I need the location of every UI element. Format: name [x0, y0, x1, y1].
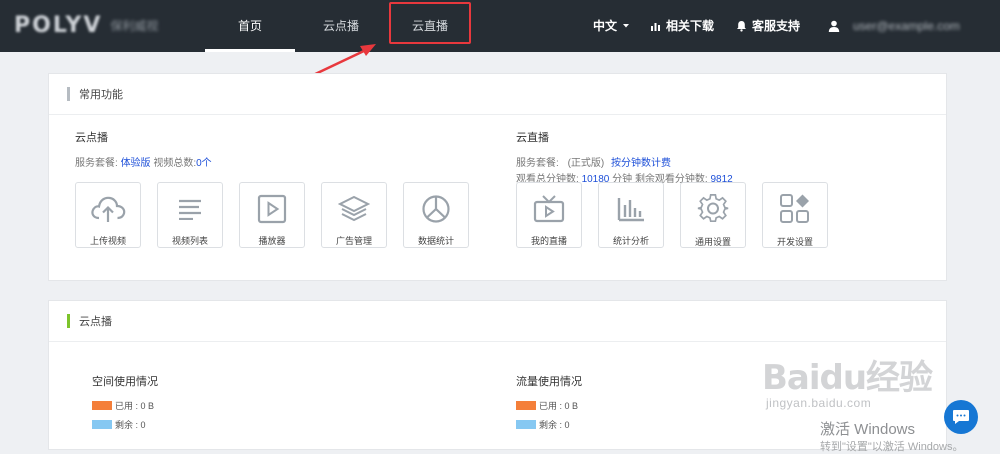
- live-section: 云直播 服务套餐: (正式版) 按分钟数计费 观看总分钟数: 10180 分钟 …: [516, 129, 733, 188]
- legend-remaining: 剩余 : 0: [92, 418, 158, 431]
- live-section-title: 云直播: [516, 132, 549, 144]
- brand-logo[interactable]: POLYV 保利威视: [14, 12, 159, 38]
- play-icon: [257, 194, 287, 223]
- tile-player[interactable]: 播放器: [239, 182, 305, 248]
- legend-used-label: 已用 : 0 B: [539, 401, 579, 411]
- caret-down-icon: [623, 24, 630, 28]
- bar-chart-icon: [617, 197, 644, 221]
- legend-used-label: 已用 : 0 B: [115, 401, 155, 411]
- space-usage-section: 空间使用情况 已用 : 0 B 剩余 : 0: [92, 373, 158, 437]
- legend-used: 已用 : 0 B: [516, 399, 582, 412]
- grid-icon: [780, 194, 809, 223]
- pie-chart-icon: [422, 194, 450, 223]
- legend-remaining-label: 剩余 : 0: [115, 420, 146, 430]
- tile-ad-management[interactable]: 广告管理: [321, 182, 387, 248]
- support-label: 客服支持: [752, 19, 801, 33]
- annotation-highlight-box: [389, 2, 471, 44]
- traffic-usage-title: 流量使用情况: [516, 376, 582, 388]
- header-accent-bar: [67, 314, 70, 328]
- language-selector[interactable]: 中文: [593, 0, 630, 52]
- support-link[interactable]: 客服支持: [736, 0, 800, 52]
- tile-label: 数据统计: [417, 236, 454, 246]
- remaining-swatch: [516, 420, 536, 429]
- legend-remaining-label: 剩余 : 0: [539, 420, 570, 430]
- chat-button[interactable]: [944, 400, 978, 434]
- count-value: 0个: [196, 158, 212, 169]
- bell-icon: [737, 21, 746, 32]
- tile-label: 我的直播: [530, 236, 567, 246]
- tile-label: 开发设置: [776, 237, 813, 247]
- tile-label: 统计分析: [612, 236, 649, 246]
- common-functions-card: 常用功能 云点播 服务套餐: 体验版 视频总数:0个 上传视频 视频列表 播放器…: [48, 73, 947, 281]
- space-usage-title: 空间使用情况: [92, 376, 158, 388]
- tab-home[interactable]: 首页: [205, 0, 295, 52]
- tile-data-statistics[interactable]: 数据统计: [403, 182, 469, 248]
- tile-label: 视频列表: [171, 236, 208, 246]
- vod-usage-card: 云点播 空间使用情况 已用 : 0 B 剩余 : 0 流量使用情况 已用 : 0…: [48, 300, 947, 450]
- tile-statistics-analysis[interactable]: 统计分析: [598, 182, 664, 248]
- language-label: 中文: [593, 19, 618, 33]
- vod-section: 云点播 服务套餐: 体验版 视频总数:0个: [75, 129, 212, 172]
- tile-general-settings[interactable]: 通用设置: [680, 182, 746, 248]
- tab-vod[interactable]: 云点播: [297, 0, 385, 52]
- tv-icon: [533, 194, 565, 222]
- count-label: 视频总数:: [153, 158, 197, 169]
- plan-edition: (正式版): [567, 158, 605, 169]
- vod-plan-line: 服务套餐: 体验版 视频总数:0个: [75, 156, 212, 172]
- tile-label: 通用设置: [694, 237, 731, 247]
- gear-icon: [697, 194, 729, 223]
- tile-my-live[interactable]: 我的直播: [516, 182, 582, 248]
- vod-section-title: 云点播: [75, 132, 108, 144]
- bar-chart-icon: [651, 22, 660, 31]
- card-title: 常用功能: [79, 89, 123, 101]
- vod-tiles: 上传视频 视频列表 播放器 广告管理 数据统计: [75, 182, 469, 248]
- tile-label: 广告管理: [335, 236, 372, 246]
- cloud-upload-icon: [91, 196, 126, 222]
- user-email: user@example.com: [853, 19, 960, 33]
- used-swatch: [516, 401, 536, 410]
- user-menu[interactable]: user@example.com: [828, 0, 960, 52]
- tile-video-list[interactable]: 视频列表: [157, 182, 223, 248]
- top-navigation-bar: POLYV 保利威视 首页 云点播 云直播 中文 相关下载 客服支持 user@…: [0, 0, 1000, 52]
- legend-remaining: 剩余 : 0: [516, 418, 582, 431]
- remaining-swatch: [92, 420, 112, 429]
- card-header: 云点播: [49, 301, 946, 342]
- traffic-usage-section: 流量使用情况 已用 : 0 B 剩余 : 0: [516, 373, 582, 437]
- used-swatch: [92, 401, 112, 410]
- live-tiles: 我的直播 统计分析 通用设置 开发设置: [516, 182, 828, 248]
- tile-label: 上传视频: [89, 236, 126, 246]
- legend-used: 已用 : 0 B: [92, 399, 158, 412]
- layers-icon: [338, 195, 370, 221]
- plan-label: 服务套餐:: [75, 158, 118, 169]
- chat-bubble-icon: [953, 410, 969, 424]
- plan-value-link[interactable]: 按分钟数计费: [611, 158, 671, 169]
- card-header: 常用功能: [49, 74, 946, 115]
- plan-value-link[interactable]: 体验版: [121, 158, 151, 169]
- tile-upload-video[interactable]: 上传视频: [75, 182, 141, 248]
- header-accent-bar: [67, 87, 70, 101]
- downloads-link[interactable]: 相关下载: [650, 0, 714, 52]
- card-title: 云点播: [79, 316, 112, 328]
- list-icon: [179, 199, 201, 220]
- logo-text: POLYV: [14, 12, 103, 38]
- downloads-label: 相关下载: [666, 19, 715, 33]
- live-plan-line: 服务套餐: (正式版) 按分钟数计费: [516, 156, 733, 172]
- logo-subtitle: 保利威视: [110, 18, 159, 33]
- tile-developer-settings[interactable]: 开发设置: [762, 182, 828, 248]
- user-icon: [828, 20, 840, 32]
- tile-label: 播放器: [258, 236, 286, 246]
- plan-label: 服务套餐:: [516, 158, 559, 169]
